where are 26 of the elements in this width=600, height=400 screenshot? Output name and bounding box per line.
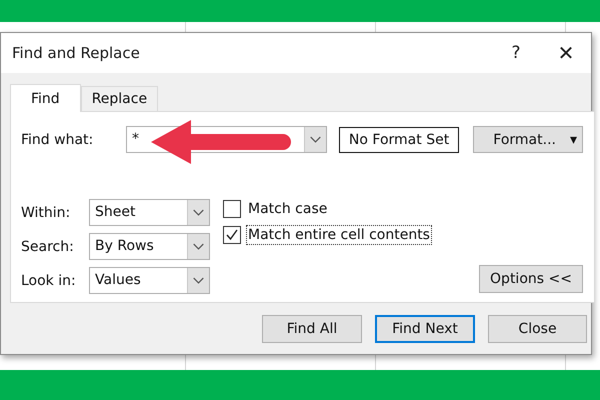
help-button[interactable]: ? bbox=[491, 33, 541, 73]
field-label: Find what: bbox=[21, 132, 94, 148]
checkbox[interactable] bbox=[223, 226, 241, 244]
window-title: Find and Replace bbox=[12, 44, 141, 62]
dropdown-field[interactable]: Sheet bbox=[89, 199, 210, 226]
dialog-button[interactable]: Close bbox=[488, 315, 587, 343]
dropdown-caret-icon[interactable] bbox=[187, 234, 209, 259]
dropdown-caret-icon[interactable] bbox=[187, 268, 209, 293]
checkbox[interactable] bbox=[223, 200, 241, 218]
dropdown-field[interactable]: Values bbox=[89, 267, 210, 294]
dialog-button[interactable]: Find Next bbox=[375, 315, 475, 343]
options-button[interactable]: Options << bbox=[479, 265, 583, 293]
checkbox-label[interactable]: Match entire cell contents bbox=[246, 225, 432, 245]
checkbox-label[interactable]: Match case bbox=[246, 199, 330, 219]
dropdown-field[interactable]: By Rows bbox=[89, 233, 210, 260]
dialog-button[interactable]: Find All bbox=[262, 315, 362, 343]
format-button[interactable]: Format... ▾ bbox=[473, 126, 583, 153]
format-status: No Format Set bbox=[339, 126, 460, 152]
close-button[interactable]: ✕ bbox=[541, 33, 591, 73]
dropdown-caret-icon[interactable] bbox=[187, 200, 209, 225]
field-label: Look in: bbox=[21, 272, 77, 288]
field-label: Within: bbox=[21, 204, 72, 220]
tab[interactable]: Replace bbox=[80, 86, 158, 111]
field-label: Search: bbox=[21, 238, 75, 254]
dropdown-caret-icon[interactable] bbox=[304, 127, 326, 152]
tab[interactable]: Find bbox=[10, 84, 81, 112]
